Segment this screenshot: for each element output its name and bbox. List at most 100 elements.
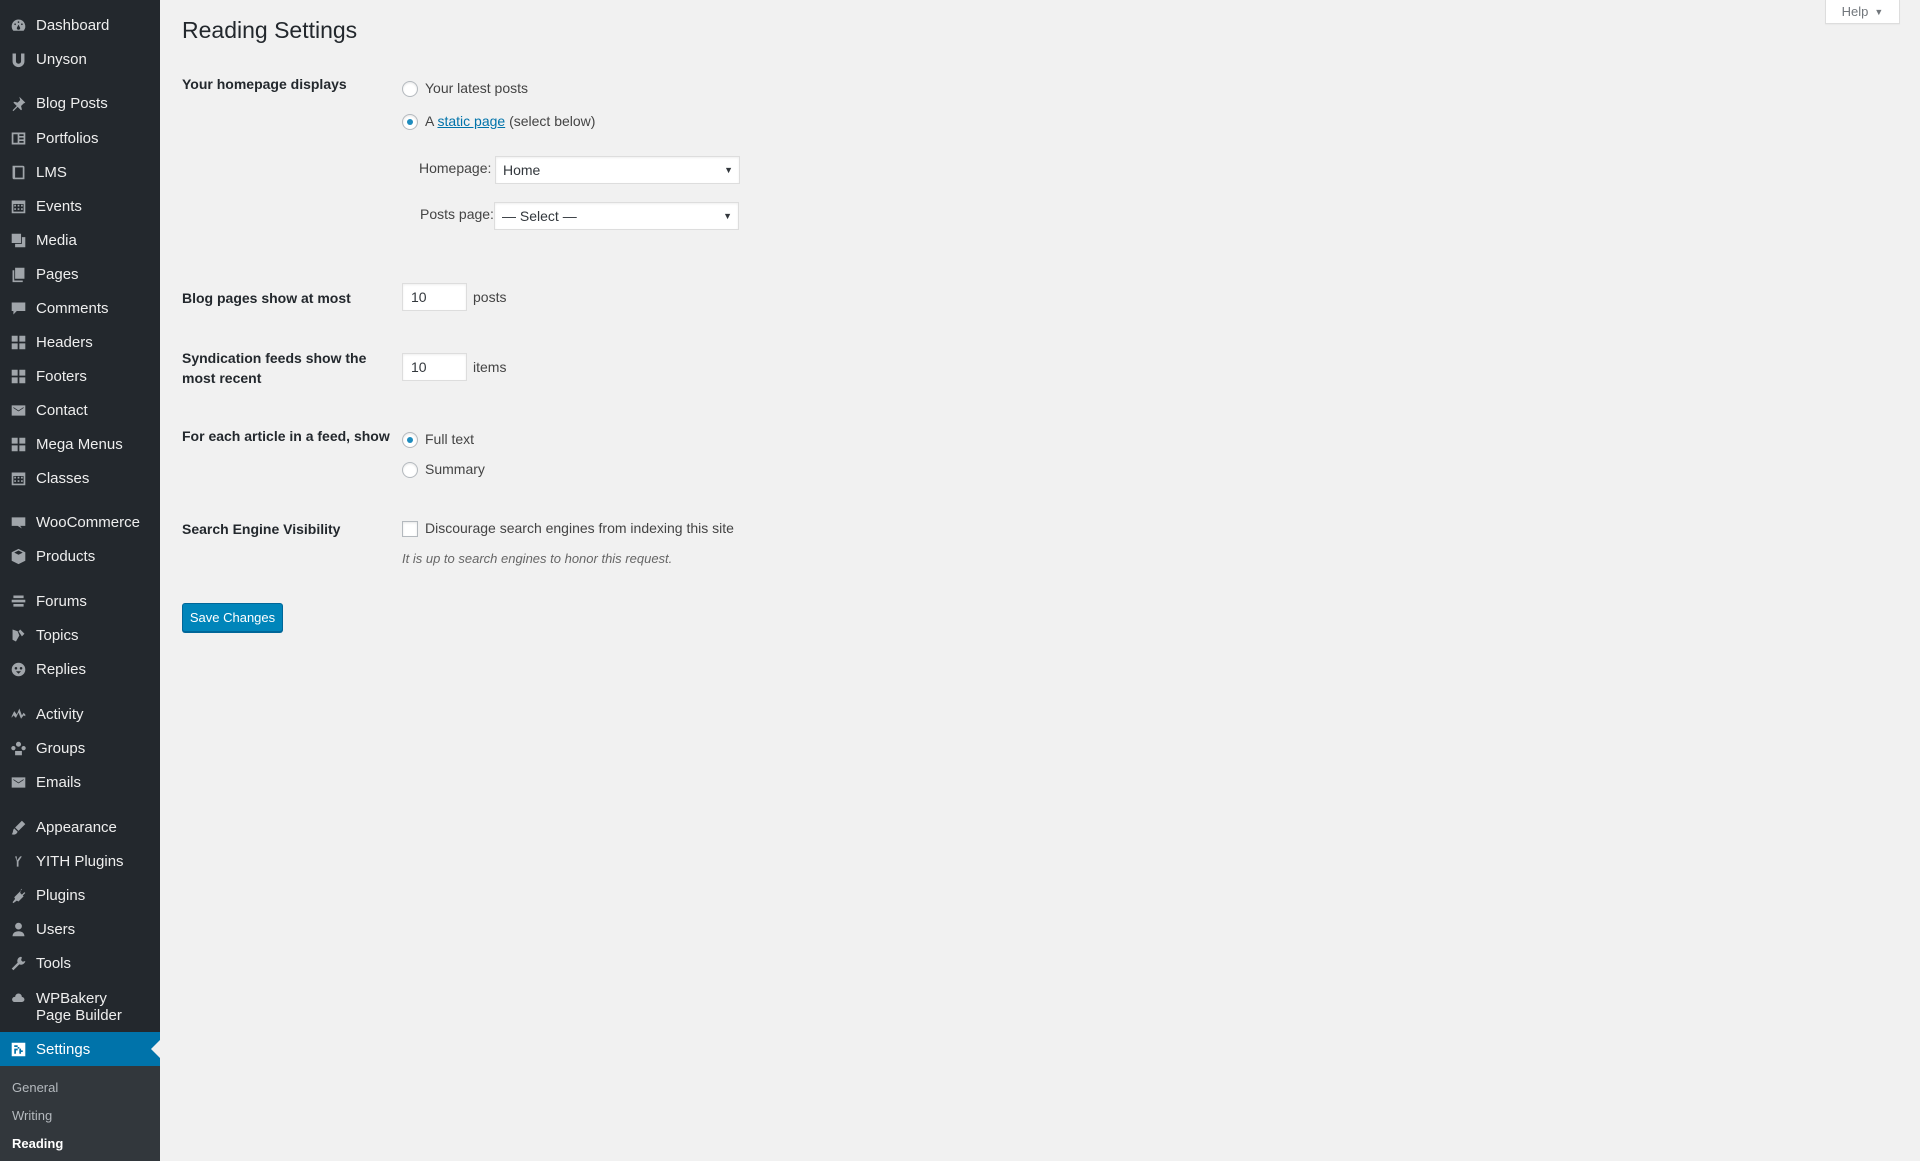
- help-button[interactable]: Help ▼: [1825, 0, 1900, 24]
- blog-pages-input[interactable]: 10: [402, 283, 467, 311]
- sidebar-item-pages[interactable]: Pages: [0, 257, 160, 291]
- select-arrow-icon: ▼: [724, 165, 733, 175]
- discourage-search-checkbox[interactable]: [402, 521, 418, 537]
- sidebar-item-label: Portfolios: [36, 129, 99, 147]
- sidebar-item-activity[interactable]: Activity: [0, 697, 160, 731]
- sidebar-item-label: Comments: [36, 299, 109, 317]
- pin-icon: [9, 94, 27, 112]
- homepage-select-label: Homepage:: [419, 160, 492, 176]
- static-page-radio[interactable]: [402, 114, 418, 130]
- yith-icon: [9, 852, 27, 870]
- sidebar-item-wpbakery[interactable]: WPBakery Page Builder: [0, 984, 160, 1032]
- groups-icon: [9, 739, 27, 757]
- summary-radio[interactable]: [402, 462, 418, 478]
- posts-page-select-label: Posts page:: [420, 206, 494, 222]
- sidebar-item-yith-plugins[interactable]: YITH Plugins: [0, 844, 160, 878]
- sidebar-item-tools[interactable]: Tools: [0, 946, 160, 980]
- sidebar-item-replies[interactable]: Replies: [0, 652, 160, 686]
- replies-icon: [9, 660, 27, 678]
- pages-icon: [9, 265, 27, 283]
- sidebar-item-label: Plugins: [36, 886, 86, 904]
- feed-article-label: For each article in a feed, show: [182, 428, 390, 444]
- sidebar-item-appearance[interactable]: Appearance: [0, 810, 160, 844]
- latest-posts-radio[interactable]: [402, 81, 418, 97]
- topics-icon: [9, 626, 27, 644]
- sidebar-item-blog-posts[interactable]: Blog Posts: [0, 86, 160, 120]
- syndication-label: Syndication feeds show the most recent: [182, 348, 392, 388]
- save-changes-button[interactable]: Save Changes: [182, 603, 283, 632]
- sidebar-item-contact[interactable]: Contact: [0, 393, 160, 427]
- select-arrow-icon: ▼: [723, 211, 732, 221]
- triangle-down-icon: ▼: [1874, 6, 1884, 17]
- settings-icon: [9, 1040, 27, 1058]
- sidebar-item-comments[interactable]: Comments: [0, 291, 160, 325]
- mail-icon: [9, 773, 27, 791]
- submenu-item-reading[interactable]: Reading: [12, 1136, 63, 1151]
- sidebar-item-events[interactable]: Events: [0, 189, 160, 223]
- syndication-label-line2: most recent: [182, 370, 262, 386]
- full-text-radio[interactable]: [402, 432, 418, 448]
- sidebar-item-settings[interactable]: Settings: [0, 1032, 160, 1066]
- search-visibility-description: It is up to search engines to honor this…: [402, 551, 673, 566]
- sidebar-item-label: Dashboard: [36, 16, 110, 34]
- discourage-search-label: Discourage search engines from indexing …: [425, 520, 734, 536]
- woo-icon: [9, 513, 27, 531]
- sidebar-item-label: Forums: [36, 592, 87, 610]
- sidebar-item-media[interactable]: Media: [0, 223, 160, 257]
- sidebar-item-label: Products: [36, 547, 96, 565]
- box-icon: [9, 547, 27, 565]
- sidebar-item-unyson[interactable]: Unyson: [0, 42, 160, 76]
- latest-posts-label: Your latest posts: [425, 80, 528, 96]
- posts-page-select[interactable]: — Select — ▼: [494, 202, 739, 230]
- sidebar-item-mega-menus[interactable]: Mega Menus: [0, 427, 160, 461]
- static-page-prefix: A: [425, 113, 434, 129]
- sidebar-item-label: Topics: [36, 626, 79, 644]
- sidebar-item-lms[interactable]: LMS: [0, 155, 160, 189]
- sidebar-item-label: WPBakery Page Builder: [36, 990, 122, 1024]
- blog-pages-label: Blog pages show at most: [182, 290, 351, 306]
- portfolio-icon: [9, 129, 27, 147]
- plug-icon: [9, 886, 27, 904]
- sidebar-item-label: Settings: [36, 1040, 91, 1058]
- sidebar-item-users[interactable]: Users: [0, 912, 160, 946]
- homepage-displays-label: Your homepage displays: [182, 76, 347, 92]
- sidebar-item-plugins[interactable]: Plugins: [0, 878, 160, 912]
- sidebar-item-classes[interactable]: Classes: [0, 461, 160, 495]
- sidebar-item-woocommerce[interactable]: WooCommerce: [0, 505, 160, 539]
- sidebar-item-label: Contact: [36, 401, 88, 419]
- grid-icon: [9, 435, 27, 453]
- sidebar-item-emails[interactable]: Emails: [0, 765, 160, 799]
- search-visibility-label: Search Engine Visibility: [182, 521, 341, 537]
- settings-submenu: General Writing Reading: [0, 1066, 160, 1161]
- homepage-select-value: Home: [503, 162, 541, 178]
- sidebar-item-portfolios[interactable]: Portfolios: [0, 121, 160, 155]
- sidebar-item-headers[interactable]: Headers: [0, 325, 160, 359]
- sidebar-item-label: YITH Plugins: [36, 852, 124, 870]
- activity-icon: [9, 705, 27, 723]
- sidebar-item-label: Unyson: [36, 50, 87, 68]
- sidebar-item-topics[interactable]: Topics: [0, 618, 160, 652]
- homepage-select[interactable]: Home ▼: [495, 156, 740, 184]
- page-title: Reading Settings: [182, 17, 358, 43]
- sidebar-item-label: Headers: [36, 333, 93, 351]
- calendar-icon: [9, 197, 27, 215]
- sidebar-item-label: Tools: [36, 954, 72, 972]
- posts-page-select-value: — Select —: [502, 208, 577, 224]
- static-page-link[interactable]: static page: [437, 113, 505, 129]
- submenu-item-writing[interactable]: Writing: [12, 1108, 52, 1123]
- sidebar-item-label: Events: [36, 197, 82, 215]
- sidebar-item-forums[interactable]: Forums: [0, 584, 160, 618]
- mail-icon: [9, 401, 27, 419]
- summary-label: Summary: [425, 461, 485, 477]
- sidebar-item-label: Activity: [36, 705, 84, 723]
- sidebar-item-label: Footers: [36, 367, 87, 385]
- sidebar-item-dashboard[interactable]: Dashboard: [0, 8, 160, 42]
- sidebar-item-label: Blog Posts: [36, 94, 108, 112]
- syndication-input[interactable]: 10: [402, 353, 467, 381]
- sidebar-item-products[interactable]: Products: [0, 539, 160, 573]
- submenu-item-general[interactable]: General: [12, 1080, 58, 1095]
- sidebar-item-groups[interactable]: Groups: [0, 731, 160, 765]
- brush-icon: [9, 818, 27, 836]
- sidebar-item-footers[interactable]: Footers: [0, 359, 160, 393]
- blog-pages-unit: posts: [473, 289, 507, 305]
